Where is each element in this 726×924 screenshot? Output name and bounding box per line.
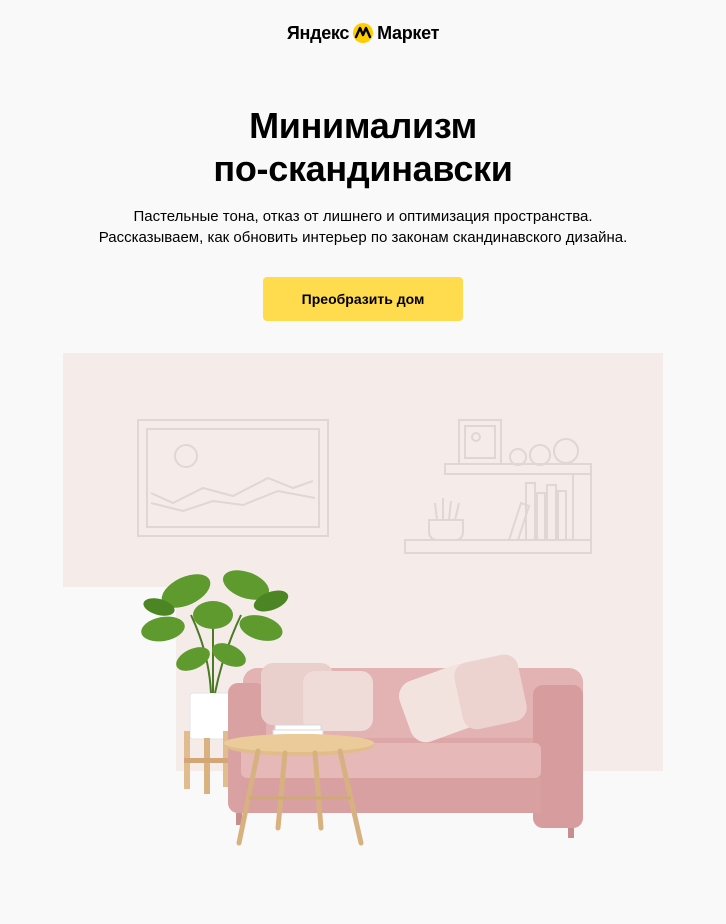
transform-home-button[interactable]: Преобразить дом — [263, 277, 463, 321]
hero-illustration — [63, 353, 663, 913]
brand-logo[interactable]: Яндекс Маркет — [0, 22, 726, 44]
page-subtitle: Пастельные тона, отказ от лишнего и опти… — [0, 206, 726, 248]
title-line-2: по-скандинавски — [213, 148, 513, 189]
subtitle-line-1: Пастельные тона, отказ от лишнего и опти… — [133, 208, 593, 225]
yandex-market-logo-icon — [352, 22, 374, 44]
subtitle-line-2: Рассказываем, как обновить интерьер по з… — [98, 229, 628, 246]
title-line-1: Минимализм — [249, 105, 477, 146]
page-title: Минимализм по-скандинавски — [0, 104, 726, 190]
brand-name-market: Маркет — [377, 22, 440, 43]
brand-name-yandex: Яндекс — [286, 22, 350, 43]
